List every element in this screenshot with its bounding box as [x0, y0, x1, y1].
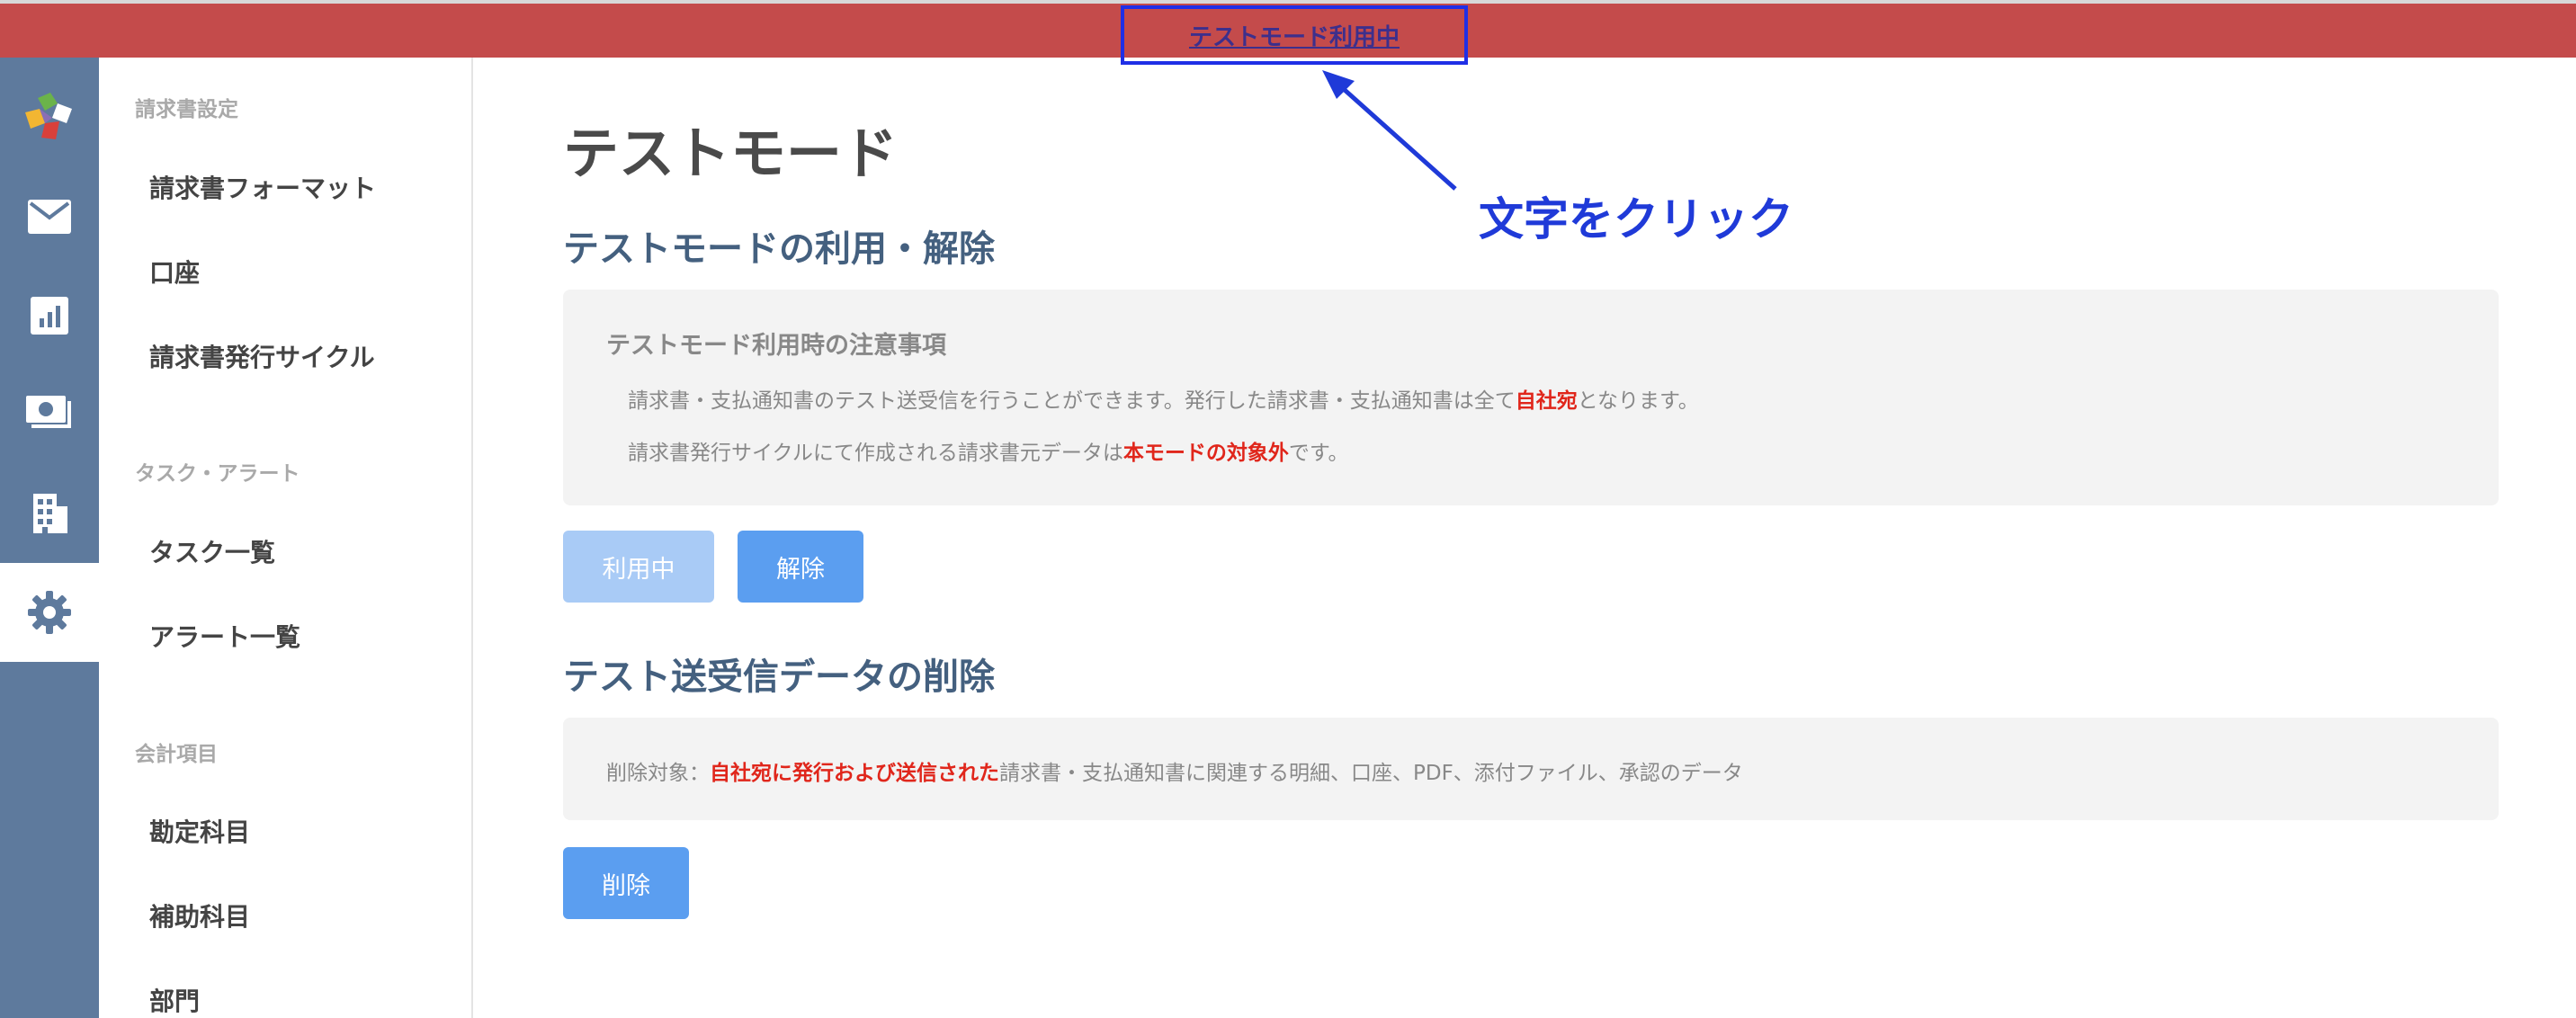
- sidebar-item-tasks[interactable]: タスク一覧: [149, 533, 275, 569]
- notice-title: テストモード利用時の注意事項: [606, 332, 946, 360]
- sidebar-item-sub-accounts[interactable]: 補助科目: [149, 897, 250, 933]
- sidebar-item-invoice-format[interactable]: 請求書フォーマット: [149, 169, 376, 205]
- notice-highlight: 自社宛: [1515, 389, 1578, 413]
- sidebar-item-invoice-cycle[interactable]: 請求書発行サイクル: [149, 338, 375, 374]
- sidebar-item-accounts[interactable]: 勘定科目: [149, 813, 250, 849]
- rail-item-settings[interactable]: [0, 563, 99, 662]
- sidebar-group-title: 請求書設定: [135, 98, 238, 121]
- mail-icon: [28, 200, 71, 234]
- section-title-delete: テスト送受信データの削除: [563, 656, 995, 698]
- delete-info-panel: 削除対象：自社宛に発行および送信された請求書・支払通知書に関連する明細、口座、P…: [563, 718, 2499, 820]
- notice-highlight: 本モードの対象外: [1123, 442, 1289, 465]
- test-mode-banner: テストモード利用中: [0, 0, 2576, 65]
- notice-line-2: 請求書発行サイクルにて作成される請求書元データは本モードの対象外です。: [628, 435, 1349, 466]
- delete-button[interactable]: 削除: [563, 847, 689, 919]
- icon-rail: [0, 58, 99, 1018]
- in-use-button: 利用中: [563, 531, 714, 603]
- rail-item-payments[interactable]: [0, 365, 99, 464]
- gear-icon: [28, 591, 71, 634]
- payment-icon: [26, 396, 71, 428]
- release-button[interactable]: 解除: [738, 531, 863, 603]
- test-mode-link[interactable]: テストモード利用中: [1189, 19, 1400, 52]
- rail-item-reports[interactable]: [0, 266, 99, 365]
- puzzle-logo-icon: [25, 93, 72, 139]
- delete-text: 削除対象：: [606, 762, 710, 785]
- sidebar-item-bank-account[interactable]: 口座: [149, 254, 200, 290]
- sidebar-group-title: タスク・アラート: [135, 462, 300, 486]
- delete-highlight: 自社宛に発行および送信された: [710, 762, 999, 785]
- notice-panel: テストモード利用時の注意事項 請求書・支払通知書のテスト送受信を行うことができま…: [563, 290, 2499, 505]
- notice-text: です。: [1288, 442, 1349, 465]
- notice-text: 請求書・支払通知書のテスト送受信を行うことができます。発行した請求書・支払通知書…: [628, 389, 1516, 413]
- notice-text: 請求書発行サイクルにて作成される請求書元データは: [628, 442, 1123, 465]
- sidebar-item-alerts[interactable]: アラート一覧: [149, 618, 300, 654]
- app-logo[interactable]: [0, 68, 99, 167]
- settings-sidebar: 請求書設定 請求書フォーマット 口座 請求書発行サイクル タスク・アラート タス…: [99, 58, 473, 1018]
- building-icon: [33, 494, 67, 533]
- test-mode-link-highlight[interactable]: テストモード利用中: [1121, 5, 1468, 65]
- annotation-text: 文字をクリック: [1479, 193, 1793, 246]
- section-title-toggle: テストモードの利用・解除: [563, 228, 995, 270]
- annotation-arrow-icon: [1322, 70, 1457, 191]
- rail-item-mail[interactable]: [0, 167, 99, 266]
- page-title: テストモード: [563, 121, 899, 186]
- notice-line-1: 請求書・支払通知書のテスト送受信を行うことができます。発行した請求書・支払通知書…: [628, 383, 1699, 414]
- bar-chart-icon: [31, 297, 68, 335]
- delete-text: 請求書・支払通知書に関連する明細、口座、PDF、添付ファイル、承認のデータ: [999, 762, 1743, 785]
- rail-item-companies[interactable]: [0, 464, 99, 563]
- notice-text: となります。: [1577, 389, 1699, 413]
- delete-target-line: 削除対象：自社宛に発行および送信された請求書・支払通知書に関連する明細、口座、P…: [606, 755, 1743, 786]
- sidebar-item-departments[interactable]: 部門: [149, 982, 200, 1018]
- sidebar-group-title: 会計項目: [135, 743, 218, 766]
